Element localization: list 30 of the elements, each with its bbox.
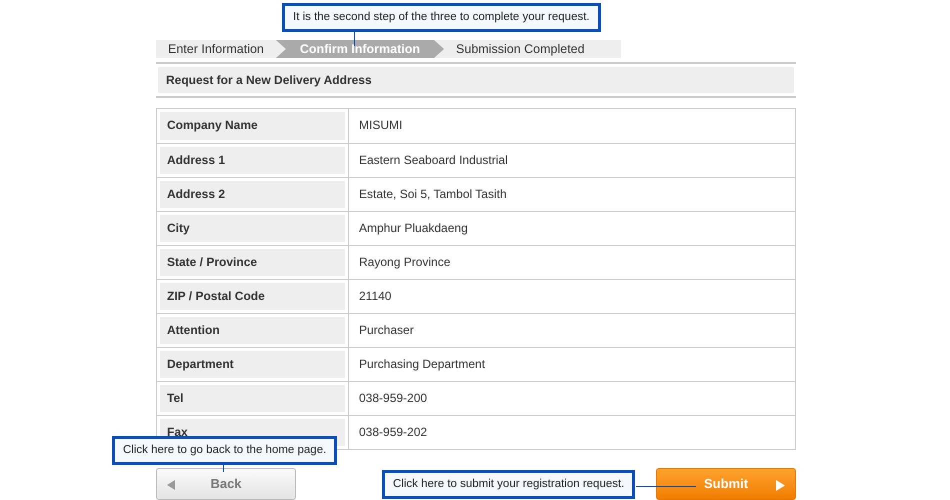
hint-tooltip: Click here to go back to the home page.: [112, 436, 338, 466]
field-label: Company Name: [160, 112, 345, 140]
field-value: Purchasing Department: [358, 356, 486, 373]
field-value: MISUMI: [358, 117, 402, 134]
field-label: City: [160, 215, 345, 242]
field-value: Eastern Seaboard Industrial: [358, 152, 508, 169]
field-value: 038-959-202: [358, 424, 428, 441]
submit-button[interactable]: Submit: [656, 468, 796, 500]
back-button[interactable]: Back: [156, 468, 296, 500]
step: Enter Information: [156, 40, 276, 58]
field-label: Address 2: [160, 181, 345, 208]
hint-tooltip: Click here to submit your registration request.: [382, 470, 636, 500]
field-label: Attention: [160, 317, 345, 344]
field-value: Rayong Province: [358, 254, 450, 271]
field-value: 21140: [358, 288, 392, 305]
section-title: Request for a New Delivery Address: [158, 67, 794, 93]
field-label: Department: [160, 351, 345, 378]
field-value: Estate, Soi 5, Tambol Tasith: [358, 186, 507, 203]
field-label: ZIP / Postal Code: [160, 283, 345, 310]
hint-tooltip: It is the second step of the three to complete your request.: [282, 3, 601, 32]
field-value: Amphur Pluakdaeng: [358, 220, 468, 237]
field-value: 038-959-200: [358, 390, 428, 407]
step: Submission Completed: [444, 40, 597, 58]
field-label: State / Province: [160, 249, 345, 276]
field-value: Purchaser: [358, 322, 414, 339]
left-triangle-icon: [167, 480, 175, 490]
field-label: Address 1: [160, 147, 345, 174]
field-label: Tel: [160, 385, 345, 412]
right-triangle-icon: [776, 480, 785, 491]
current-step: Confirm Information: [276, 40, 444, 58]
